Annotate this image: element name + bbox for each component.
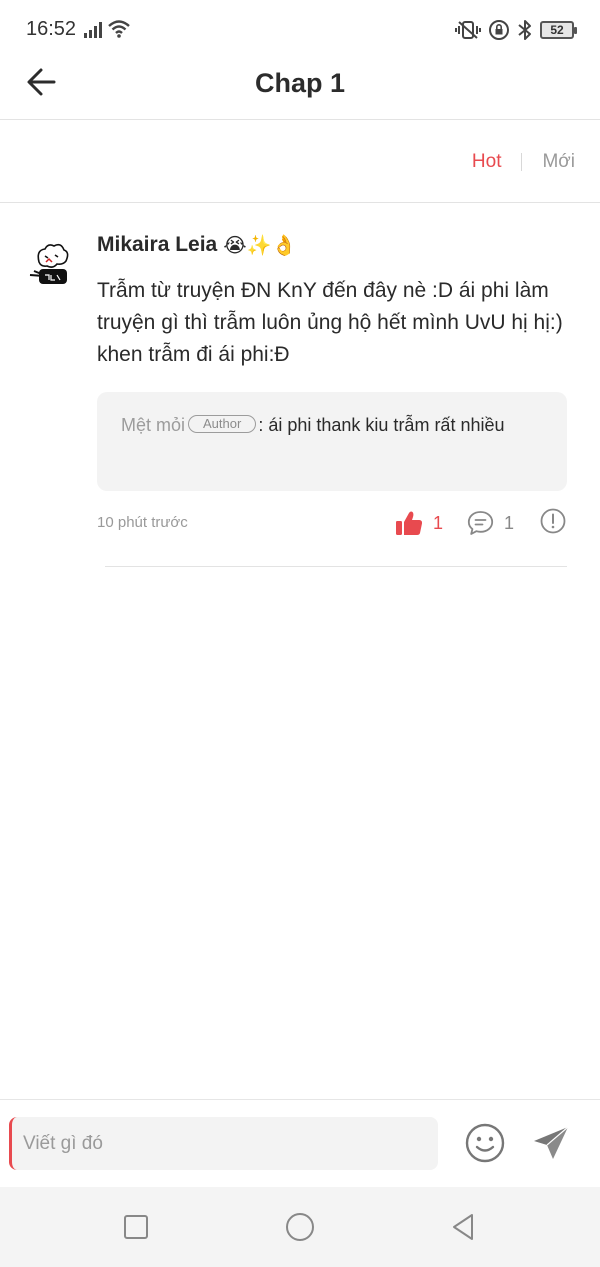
- emoji-button[interactable]: [464, 1122, 506, 1164]
- recent-apps-icon[interactable]: [120, 1211, 152, 1243]
- report-button[interactable]: [540, 508, 566, 539]
- system-nav-bar: [0, 1187, 600, 1267]
- reply-count: 1: [503, 512, 514, 533]
- tab-divider: [521, 153, 523, 171]
- send-icon: [534, 1126, 569, 1159]
- comment-bubble-icon: [467, 511, 494, 535]
- comment-divider: [105, 566, 567, 567]
- back-nav-icon[interactable]: [448, 1211, 480, 1243]
- tab-new[interactable]: Mới: [542, 151, 575, 173]
- like-count: 1: [432, 512, 443, 533]
- smiley-icon: [465, 1123, 505, 1163]
- bluetooth-icon: [518, 20, 531, 40]
- home-icon[interactable]: [284, 1211, 316, 1243]
- page-title: Chap 1: [254, 68, 346, 98]
- comment-input[interactable]: [9, 1117, 438, 1170]
- author-badge: Author: [188, 415, 257, 433]
- send-button[interactable]: [532, 1123, 572, 1163]
- battery-indicator: 52: [540, 21, 577, 39]
- like-button[interactable]: 1: [395, 510, 443, 536]
- vibrate-icon: [455, 21, 481, 39]
- comment-author[interactable]: Mikaira Leia 😭✨👌: [97, 233, 296, 257]
- reply-text: ái phi thank kiu trẫm rất nhiều: [268, 415, 505, 435]
- sort-bar: Hot Mới: [0, 121, 600, 203]
- reply-button[interactable]: 1: [467, 510, 514, 536]
- comment-time: 10 phút trước: [97, 514, 188, 531]
- tab-hot[interactable]: Hot: [472, 151, 502, 173]
- reply-preview[interactable]: Mệt mỏi Author: ái phi thank kiu trẫm rất…: [97, 392, 567, 491]
- comment-author-name: Mikaira Leia: [97, 233, 218, 256]
- author-emojis: 😭✨👌: [223, 233, 297, 257]
- lock-rotation-icon: [489, 20, 509, 40]
- comment-text: Trẫm từ truyện ĐN KnY đến đây nè :D ái p…: [97, 279, 563, 366]
- sort-tabs: Hot Mới: [472, 151, 575, 173]
- status-icons: 52: [455, 18, 577, 42]
- comment-actions: 1 1: [395, 508, 566, 538]
- wifi-icon: [108, 20, 130, 38]
- signal-icon: [84, 22, 102, 38]
- avatar[interactable]: [26, 240, 78, 292]
- reply-author: Mệt mỏi: [121, 415, 186, 435]
- thumbs-up-icon: [395, 511, 423, 535]
- header: Chap 1: [0, 50, 600, 120]
- status-time: 16:52: [26, 18, 77, 40]
- alert-icon: [540, 508, 566, 533]
- reply-separator: :: [258, 415, 264, 435]
- comment-input-bar: [0, 1099, 600, 1187]
